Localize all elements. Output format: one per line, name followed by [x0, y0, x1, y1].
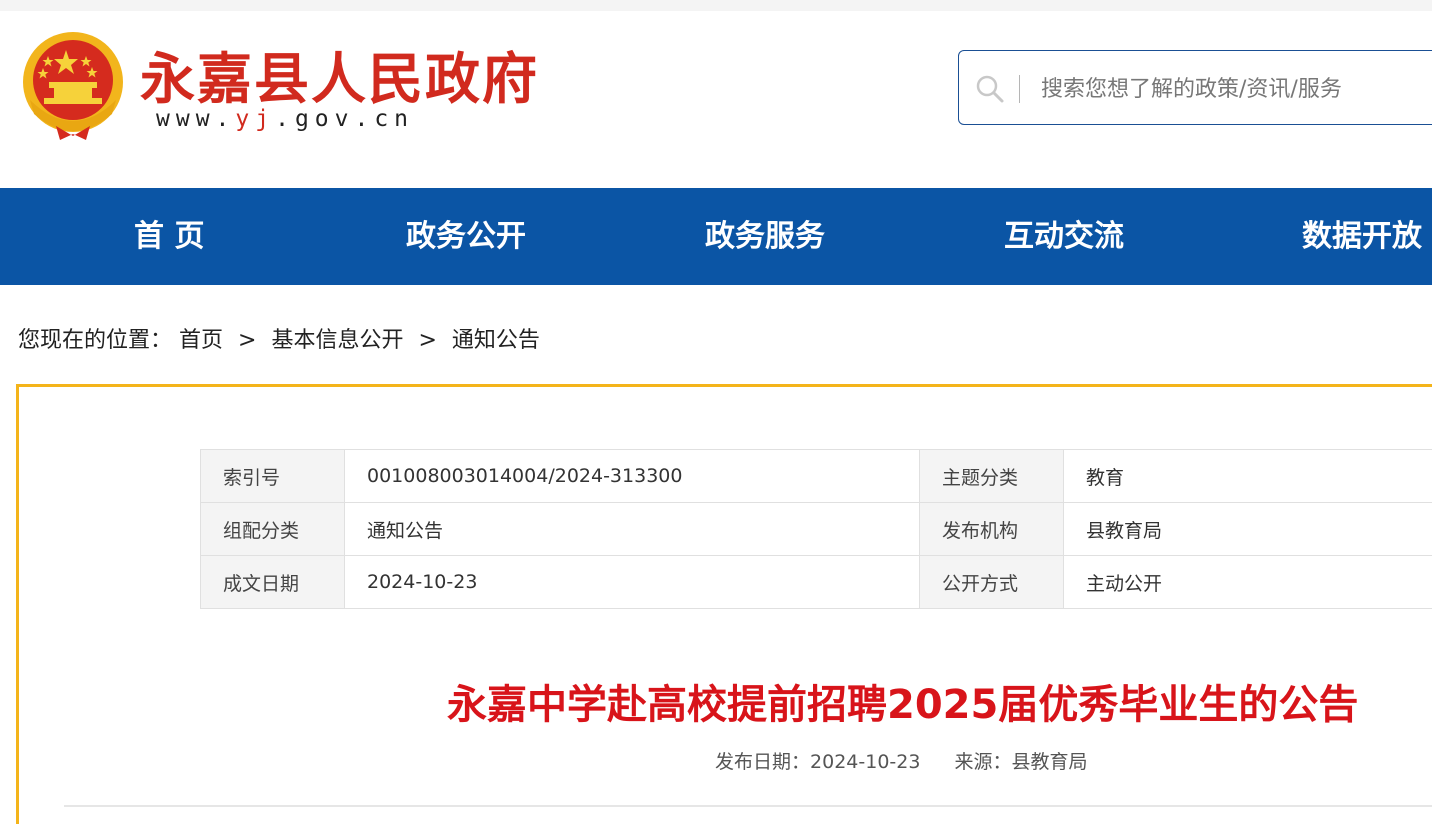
nav-item-interaction[interactable]: 互动交流 [1004, 188, 1124, 285]
breadcrumb-item-notices[interactable]: 通知公告 [452, 328, 540, 353]
breadcrumb-separator: > [238, 328, 256, 353]
search-box [958, 50, 1432, 125]
disclosure-method-label: 公开方式 [920, 556, 1064, 609]
search-icon[interactable] [975, 74, 1005, 104]
search-input[interactable] [1041, 69, 1421, 109]
breadcrumb-separator: > [418, 328, 436, 353]
written-date-value: 2024-10-23 [345, 556, 920, 609]
written-date-label: 成文日期 [201, 556, 345, 609]
divider [64, 805, 1432, 807]
url-suffix: .gov.cn [275, 106, 414, 132]
publish-date: 2024-10-23 [810, 751, 920, 773]
publisher-label: 发布机构 [920, 503, 1064, 556]
url-highlight: yj [235, 106, 275, 132]
main-nav: 首 页 政务公开 政务服务 互动交流 数据开放 [0, 188, 1432, 285]
nav-item-government-affairs[interactable]: 政务公开 [406, 188, 526, 285]
article-meta: 发布日期：2024-10-23 来源：县教育局 [715, 747, 1087, 774]
topic-category-label: 主题分类 [920, 450, 1064, 503]
breadcrumb-prefix: 您现在的位置： [18, 328, 172, 353]
group-category-value: 通知公告 [345, 503, 920, 556]
table-row: 索引号 001008003014004/2024-313300 主题分类 教育 [201, 450, 1432, 503]
nav-item-home[interactable]: 首 页 [134, 188, 204, 285]
article-title: 永嘉中学赴高校提前招聘2025届优秀毕业生的公告 [447, 672, 1358, 730]
nav-item-open-data[interactable]: 数据开放 [1302, 188, 1422, 285]
group-category-label: 组配分类 [201, 503, 345, 556]
index-number-value: 001008003014004/2024-313300 [345, 450, 920, 503]
search-separator [1019, 75, 1020, 103]
source-value: 县教育局 [1011, 751, 1087, 773]
breadcrumb: 您现在的位置： 首页 > 基本信息公开 > 通知公告 [18, 322, 548, 354]
url-prefix: www. [156, 106, 235, 132]
topic-category-value: 教育 [1064, 450, 1432, 503]
top-strip [0, 0, 1432, 11]
table-row: 组配分类 通知公告 发布机构 县教育局 [201, 503, 1432, 556]
publish-date-label: 发布日期： [715, 751, 810, 773]
disclosure-method-value: 主动公开 [1064, 556, 1432, 609]
national-emblem-icon[interactable] [16, 30, 130, 144]
nav-item-government-services[interactable]: 政务服务 [705, 188, 825, 285]
breadcrumb-item-basic-info[interactable]: 基本信息公开 [271, 328, 403, 353]
breadcrumb-item-home[interactable]: 首页 [179, 328, 223, 353]
info-table: 索引号 001008003014004/2024-313300 主题分类 教育 … [200, 449, 1432, 609]
source-label: 来源： [954, 751, 1011, 773]
publisher-value: 县教育局 [1064, 503, 1432, 556]
index-number-label: 索引号 [201, 450, 345, 503]
table-row: 成文日期 2024-10-23 公开方式 主动公开 [201, 556, 1432, 609]
site-url[interactable]: www.yj.gov.cn [156, 106, 414, 132]
site-name[interactable]: 永嘉县人民政府 [140, 34, 539, 114]
